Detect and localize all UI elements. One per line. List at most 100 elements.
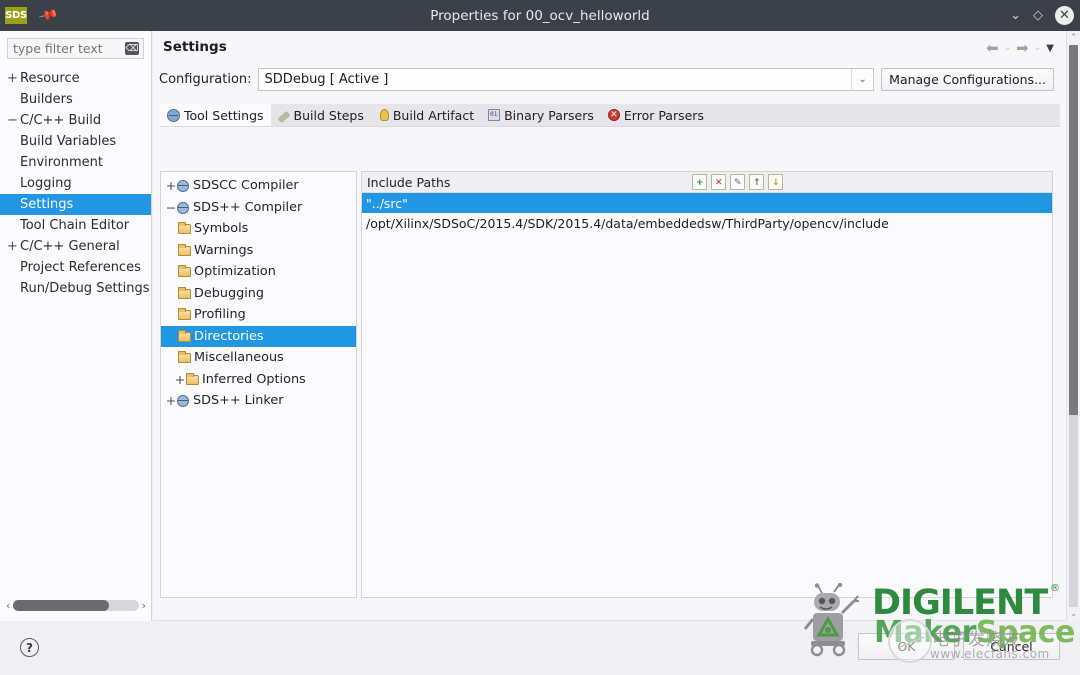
- chevron-down-icon[interactable]: ⌄: [851, 69, 873, 90]
- back-dropdown-icon[interactable]: ⌄: [1004, 43, 1012, 53]
- tool-tree-item-profiling[interactable]: Profiling: [161, 304, 356, 326]
- sidebar-item-build-variables[interactable]: Build Variables: [0, 131, 151, 152]
- settings-navigation-panel: ⌫ +ResourceBuilders−C/C++ BuildBuild Var…: [0, 31, 152, 621]
- sidebar-item-settings[interactable]: Settings: [0, 194, 151, 215]
- ok-button[interactable]: OK: [858, 633, 955, 660]
- scroll-down-icon[interactable]: ⌄: [1067, 607, 1080, 621]
- move-up-icon[interactable]: ↑: [749, 174, 764, 190]
- tool-tree-item-symbols[interactable]: Symbols: [161, 218, 356, 240]
- include-path-row[interactable]: "../src": [362, 193, 1052, 213]
- delete-icon[interactable]: ✕: [711, 174, 726, 190]
- filter-box[interactable]: ⌫: [7, 38, 144, 59]
- tab-tool-settings[interactable]: Tool Settings: [160, 104, 271, 126]
- tool-tree-item-label: Inferred Options: [202, 371, 306, 387]
- error-icon: ✕: [607, 109, 620, 121]
- settings-tabbar: Tool Settings Build Steps Build Artifact Bi…: [160, 104, 1060, 127]
- collapse-icon[interactable]: −: [165, 200, 177, 215]
- tab-label: Error Parsers: [623, 107, 704, 123]
- gear-icon-glyph: [177, 201, 189, 214]
- settings-header: Settings ⬅ ⌄ ➡ ⌄ ▼: [153, 31, 1066, 63]
- tool-tree-item-optimization[interactable]: Optimization: [161, 261, 356, 283]
- folder-icon: [178, 351, 193, 364]
- tool-tree-item-sdscc-compiler[interactable]: + SDSCC Compiler: [161, 175, 356, 197]
- sidebar-item-tool-chain-editor[interactable]: Tool Chain Editor: [0, 215, 151, 236]
- cancel-button[interactable]: Cancel: [963, 633, 1060, 660]
- maximize-icon[interactable]: ◇: [1033, 9, 1043, 22]
- folder-icon-glyph: [178, 267, 191, 278]
- tool-tree-item-inferred-options[interactable]: + Inferred Options: [161, 369, 356, 391]
- sidebar-item-label: Tool Chain Editor: [20, 218, 130, 233]
- scroll-left-icon[interactable]: ‹: [6, 599, 10, 612]
- window-titlebar: SDS 📌 Properties for 00_ocv_helloworld ⌄…: [0, 0, 1080, 31]
- tool-tree-item-miscellaneous[interactable]: Miscellaneous: [161, 347, 356, 369]
- filter-container: ⌫: [0, 31, 151, 59]
- sidebar-item-label: Build Variables: [20, 134, 117, 149]
- scroll-up-icon[interactable]: ⌃: [1067, 31, 1080, 45]
- folder-icon-glyph: [178, 310, 191, 321]
- configuration-label: Configuration:: [159, 72, 252, 87]
- sidebar-item-run-debug-settings[interactable]: Run/Debug Settings: [0, 278, 151, 299]
- window-controls: ⌄ ◇ ✕: [1010, 0, 1074, 31]
- edit-icon[interactable]: ✎: [730, 174, 745, 190]
- dialog-vertical-scrollbar[interactable]: ⌃ ⌄: [1066, 31, 1080, 621]
- tool-tree-item-sds-compiler[interactable]: − SDS++ Compiler: [161, 197, 356, 219]
- tool-tree-item-sds-linker[interactable]: + SDS++ Linker: [161, 390, 356, 412]
- include-paths-title: Include Paths: [367, 174, 451, 190]
- manage-configurations-button[interactable]: Manage Configurations...: [881, 68, 1054, 91]
- folder-icon: [178, 308, 193, 321]
- sidebar-item-resource[interactable]: + Resource: [0, 68, 151, 89]
- gear-icon: [177, 201, 192, 214]
- move-down-icon[interactable]: ↓: [768, 174, 783, 190]
- tool-tree: + SDSCC Compiler − SDS++ Compiler Symbols War…: [161, 172, 356, 412]
- tab-build-steps[interactable]: Build Steps: [271, 104, 371, 126]
- edit-icon-glyph: ✎: [734, 178, 742, 188]
- filter-input[interactable]: [8, 40, 116, 57]
- include-path-row[interactable]: /opt/Xilinx/SDSoC/2015.4/SDK/2015.4/data…: [362, 213, 1052, 233]
- close-icon[interactable]: ✕: [1055, 6, 1074, 25]
- vscroll-track[interactable]: [1069, 45, 1078, 607]
- folder-icon: [178, 330, 193, 343]
- tab-error-parsers[interactable]: ✕ Error Parsers: [601, 104, 711, 126]
- sidebar-item-c-c-build[interactable]: − C/C++ Build: [0, 110, 151, 131]
- add-icon-glyph: +: [696, 178, 704, 188]
- sidebar-item-label: Resource: [20, 71, 80, 86]
- back-arrow-icon[interactable]: ⬅: [986, 39, 999, 57]
- sidebar-item-c-c-general[interactable]: + C/C++ General: [0, 236, 151, 257]
- tool-tree-item-label: Profiling: [194, 307, 246, 323]
- configuration-select[interactable]: SDDebug [ Active ] ⌄: [257, 68, 875, 91]
- hscroll-track[interactable]: [13, 600, 139, 611]
- minimize-icon[interactable]: ⌄: [1010, 9, 1021, 22]
- help-icon[interactable]: ?: [20, 638, 39, 657]
- sidebar-item-environment[interactable]: Environment: [0, 152, 151, 173]
- include-path-value: "../src": [366, 195, 408, 211]
- sidebar-tree: + Resource Builders − C/C++ Build Build Varia…: [0, 68, 151, 299]
- hscroll-thumb[interactable]: [13, 600, 109, 611]
- sidebar-item-builders[interactable]: Builders: [0, 89, 151, 110]
- gear-icon-glyph: [177, 395, 189, 408]
- forward-dropdown-icon[interactable]: ⌄: [1034, 43, 1042, 53]
- clear-filter-icon[interactable]: ⌫: [125, 42, 139, 55]
- scroll-right-icon[interactable]: ›: [142, 599, 146, 612]
- tool-tree-item-warnings[interactable]: Warnings: [161, 240, 356, 262]
- forward-arrow-icon[interactable]: ➡: [1016, 39, 1029, 57]
- include-paths-list: "../src" /opt/Xilinx/SDSoC/2015.4/SDK/201…: [362, 193, 1052, 597]
- tool-tree-item-directories[interactable]: Directories: [161, 325, 356, 347]
- collapse-icon[interactable]: −: [6, 113, 19, 128]
- sidebar-horizontal-scrollbar[interactable]: ‹ ›: [6, 598, 146, 613]
- include-paths-toolbar: + ✕ ✎ ↑ ↓: [692, 174, 783, 190]
- expand-icon[interactable]: +: [165, 178, 177, 193]
- expand-icon[interactable]: +: [174, 372, 186, 387]
- vscroll-thumb[interactable]: [1069, 45, 1078, 415]
- tab-build-artifact[interactable]: Build Artifact: [371, 104, 481, 126]
- expand-icon[interactable]: +: [6, 239, 19, 254]
- view-menu-icon[interactable]: ▼: [1046, 43, 1054, 54]
- expand-icon[interactable]: +: [6, 71, 19, 86]
- add-icon[interactable]: +: [692, 174, 707, 190]
- include-path-value: /opt/Xilinx/SDSoC/2015.4/SDK/2015.4/data…: [366, 215, 889, 231]
- configuration-row: Configuration: SDDebug [ Active ] ⌄ Mana…: [153, 66, 1066, 93]
- expand-icon[interactable]: +: [165, 393, 177, 408]
- tab-binary-parsers[interactable]: Binary Parsers: [481, 104, 601, 126]
- tool-tree-item-debugging[interactable]: Debugging: [161, 283, 356, 305]
- sidebar-item-project-references[interactable]: Project References: [0, 257, 151, 278]
- sidebar-item-logging[interactable]: Logging: [0, 173, 151, 194]
